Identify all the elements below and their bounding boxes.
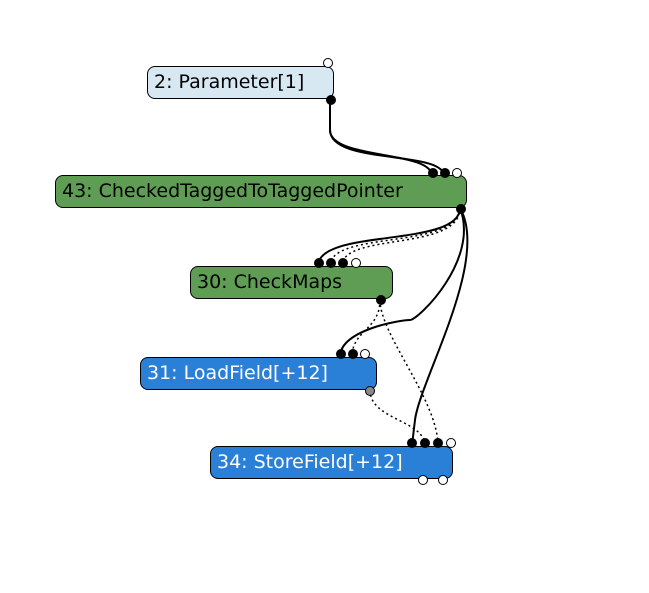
port-in[interactable] <box>433 438 443 448</box>
node-label: 34: StoreField[+12] <box>217 451 403 473</box>
port-in[interactable] <box>338 258 348 268</box>
node-load-field[interactable]: 31: LoadField[+12] <box>140 357 377 390</box>
port-out[interactable] <box>365 386 375 396</box>
port-out[interactable] <box>376 295 386 305</box>
port-in[interactable] <box>420 438 430 448</box>
port-in[interactable] <box>440 168 450 178</box>
port-in[interactable] <box>326 258 336 268</box>
node-label: 30: CheckMaps <box>197 271 342 293</box>
port-in[interactable] <box>336 349 346 359</box>
port-out[interactable] <box>456 204 466 214</box>
node-label: 2: Parameter[1] <box>154 71 304 93</box>
port-out[interactable] <box>326 95 336 105</box>
port-in[interactable] <box>351 258 361 268</box>
port-in[interactable] <box>348 349 358 359</box>
port-in[interactable] <box>314 258 324 268</box>
node-parameter[interactable]: 2: Parameter[1] <box>147 66 334 99</box>
node-check-maps[interactable]: 30: CheckMaps <box>190 266 393 299</box>
node-checked-tagged-to-tagged-pointer[interactable]: 43: CheckedTaggedToTaggedPointer <box>55 175 467 208</box>
node-label: 43: CheckedTaggedToTaggedPointer <box>62 180 403 202</box>
port-in[interactable] <box>452 168 462 178</box>
graph-canvas: 2: Parameter[1] 43: CheckedTaggedToTagge… <box>0 0 649 593</box>
port-in[interactable] <box>360 349 370 359</box>
port-out[interactable] <box>438 475 448 485</box>
port-in[interactable] <box>407 438 417 448</box>
port-out[interactable] <box>323 58 333 68</box>
node-store-field[interactable]: 34: StoreField[+12] <box>210 446 453 479</box>
port-in[interactable] <box>446 438 456 448</box>
node-label: 31: LoadField[+12] <box>147 362 328 384</box>
port-in[interactable] <box>428 168 438 178</box>
port-out[interactable] <box>418 475 428 485</box>
